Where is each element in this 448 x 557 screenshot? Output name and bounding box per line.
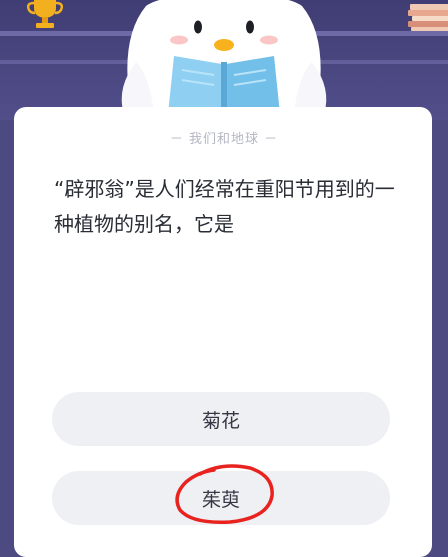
answer-option-label: 茱萸	[201, 488, 240, 511]
mascot-penguin-icon	[121, 0, 327, 114]
question-text: “辟邪翁”是人们经常在重阳节用到的一种植物的别名，它是	[54, 177, 395, 236]
answer-option-2[interactable]: 茱萸	[52, 471, 390, 525]
answer-option-1[interactable]: 菊花	[52, 392, 390, 446]
books-icon	[408, 4, 448, 31]
answer-option-label: 菊花	[201, 409, 240, 432]
question-category-label: － 我们和地球 －	[169, 132, 279, 147]
trophy-icon	[26, 0, 64, 28]
